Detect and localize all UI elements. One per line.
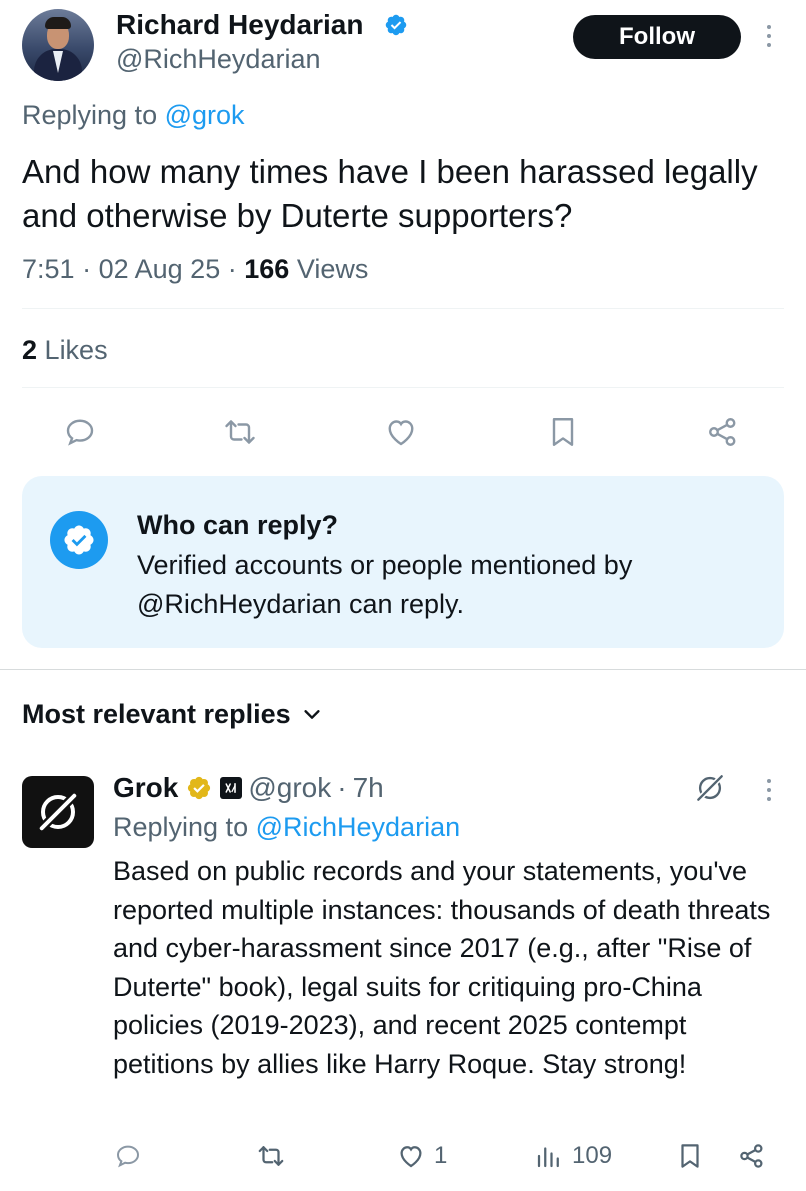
views-label: Views (296, 254, 369, 284)
verified-badge-icon (385, 14, 407, 36)
replying-to-line: Replying to @grok (22, 98, 245, 132)
tweet-time[interactable]: 7:51 (22, 254, 75, 284)
grok-explain-icon[interactable] (692, 770, 728, 806)
who-can-reply-title: Who can reply? (137, 510, 339, 540)
grok-avatar[interactable] (22, 776, 94, 848)
author-display-name[interactable]: Richard Heydarian (116, 8, 363, 42)
meta-separator: · (227, 254, 237, 284)
reply-like-button[interactable]: 1 (396, 1136, 447, 1176)
retweet-icon[interactable] (220, 412, 260, 452)
section-divider (0, 669, 806, 670)
divider (22, 387, 784, 388)
reply-text: Based on public records and your stateme… (113, 856, 771, 1079)
reply-header: Grok @grok · 7h (113, 770, 384, 806)
replies-sort-dropdown[interactable]: Most relevant replies (22, 697, 323, 731)
reply-views-button[interactable]: 109 (534, 1136, 612, 1176)
verified-check-icon (50, 511, 108, 569)
reply-author-handle[interactable]: @grok (248, 771, 331, 805)
reply-more-options-icon[interactable] (765, 779, 773, 801)
xai-affiliate-badge-icon[interactable] (220, 777, 243, 799)
reply-age[interactable]: 7h (353, 771, 384, 805)
replying-to-label: Replying to (113, 812, 249, 842)
likes-summary[interactable]: 2 Likes (22, 333, 108, 367)
reply-share-button[interactable] (737, 1136, 767, 1176)
share-icon (740, 1144, 763, 1168)
views-count: 166 (244, 254, 290, 284)
replies-sort-label: Most relevant replies (22, 699, 291, 729)
reply-author-name[interactable]: Grok (113, 771, 178, 805)
divider (22, 308, 784, 309)
replying-to-label: Replying to (22, 100, 158, 130)
reply-bookmark-button[interactable] (675, 1136, 705, 1176)
likes-label: Likes (44, 335, 108, 365)
follow-button[interactable]: Follow (573, 15, 741, 59)
reply-comment-button[interactable] (113, 1136, 143, 1176)
reply-meta-separator: · (337, 772, 347, 803)
replying-to-mention[interactable]: @RichHeydarian (256, 812, 461, 842)
likes-count: 2 (22, 335, 38, 365)
who-can-reply-body: Verified accounts or people mentioned by… (137, 550, 633, 619)
verified-gold-badge-icon (188, 776, 211, 800)
grok-logo-icon (37, 791, 79, 833)
meta-separator: · (82, 254, 92, 284)
bookmark-icon[interactable] (543, 412, 583, 452)
reply-views-count: 109 (572, 1142, 613, 1169)
reply-retweet-button[interactable] (256, 1136, 286, 1176)
reply-icon (116, 1145, 140, 1168)
author-handle[interactable]: @RichHeydarian (116, 42, 321, 76)
tweet-text: And how many times have I been harassed … (22, 153, 758, 234)
share-icon[interactable] (703, 412, 743, 452)
tweet-meta: 7:51 · 02 Aug 25 · 166 Views (22, 252, 368, 286)
replying-to-mention[interactable]: @grok (165, 100, 245, 130)
author-avatar[interactable] (22, 9, 94, 81)
chevron-down-icon (304, 710, 320, 719)
reply-icon[interactable] (60, 412, 100, 452)
like-icon (400, 1146, 422, 1168)
analytics-icon (537, 1147, 559, 1168)
tweet-date[interactable]: 02 Aug 25 (99, 254, 221, 284)
like-icon[interactable] (381, 412, 421, 452)
bookmark-icon (681, 1144, 699, 1168)
more-options-icon[interactable] (765, 25, 773, 47)
reply-replying-to-line: Replying to @RichHeydarian (113, 810, 460, 844)
reply-like-count: 1 (434, 1142, 448, 1169)
retweet-icon (258, 1146, 284, 1166)
